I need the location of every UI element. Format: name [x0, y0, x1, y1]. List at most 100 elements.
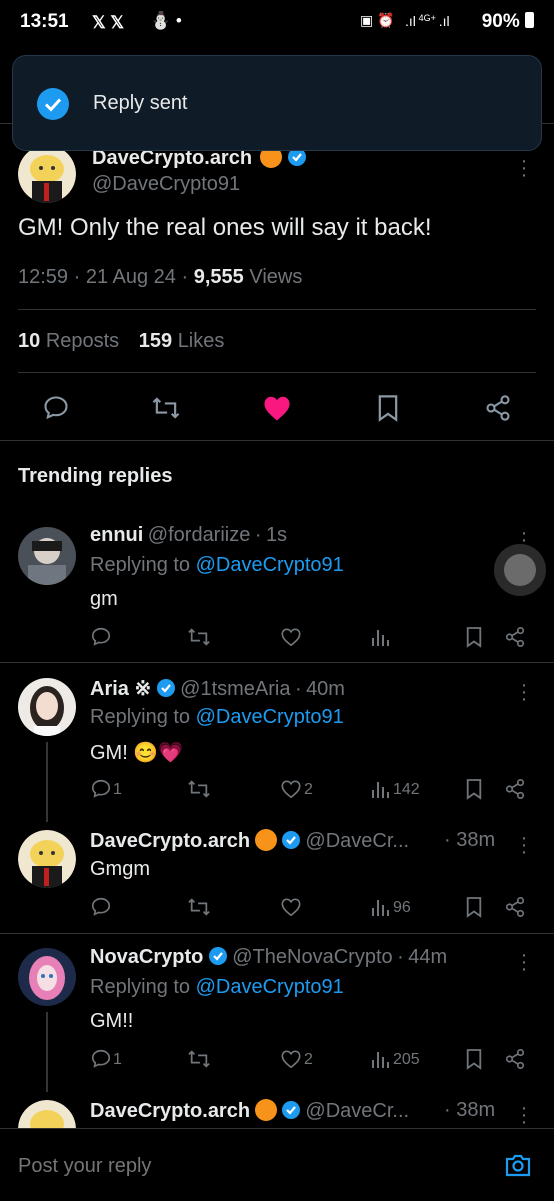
tweet-time: 12:59	[18, 266, 69, 288]
replying-to-link[interactable]: @DaveCrypto91	[196, 976, 344, 998]
replying-prefix: Replying to	[90, 554, 191, 576]
reply-header: ennui @fordariize · 1s	[90, 524, 287, 547]
signal-icon: .ıl 4G+ .ıl	[405, 13, 450, 29]
verified-icon	[156, 678, 176, 703]
views-count: 9,555	[193, 266, 244, 288]
tweet-text: GM! Only the real ones will say it back!	[18, 214, 432, 241]
reply-avatar[interactable]	[18, 678, 76, 736]
replying-to-link[interactable]: @DaveCrypto91	[196, 706, 344, 728]
tweet-handle[interactable]: @DaveCrypto91	[92, 173, 240, 196]
share-icon[interactable]	[504, 1048, 526, 1070]
reply-author-name[interactable]: ennui	[90, 524, 143, 546]
reply-handle[interactable]: @DaveCr...	[305, 830, 409, 852]
reply-handle[interactable]: @TheNovaCrypto	[232, 946, 392, 968]
reply-author-name[interactable]: NovaCrypto	[90, 946, 203, 968]
reply-avatar[interactable]	[18, 948, 76, 1006]
reply-composer[interactable]	[0, 1128, 554, 1201]
reply-icon[interactable]	[90, 626, 112, 648]
reply-avatar[interactable]	[18, 830, 76, 888]
likes-label: Likes	[177, 330, 225, 352]
more-icon[interactable]: ···	[519, 675, 529, 709]
orange-badge-icon	[254, 1099, 277, 1121]
reply-avatar[interactable]	[18, 527, 76, 585]
network-label: 4G+	[418, 13, 436, 23]
floating-assist-dot	[504, 554, 536, 586]
repost-icon[interactable]	[186, 1048, 212, 1070]
divider	[0, 440, 554, 441]
section-title: Trending replies	[18, 465, 173, 487]
reply-header: NovaCrypto @TheNovaCrypto · 44m	[90, 946, 447, 971]
bookmark-icon[interactable]	[465, 1048, 483, 1070]
bookmark-icon[interactable]	[376, 394, 400, 422]
views-icon[interactable]	[370, 626, 390, 648]
orange-badge-icon	[254, 829, 277, 851]
views-icon[interactable]	[370, 778, 390, 800]
repost-icon[interactable]	[186, 626, 212, 648]
reply-icon[interactable]	[90, 1048, 112, 1070]
like-icon[interactable]	[262, 394, 292, 422]
reply-icon[interactable]	[90, 778, 112, 800]
reply-text: GM!!	[90, 1010, 134, 1032]
author-avatar[interactable]	[18, 145, 76, 203]
replying-prefix: Replying to	[90, 706, 191, 728]
share-icon[interactable]	[504, 778, 526, 800]
reply-author-name[interactable]: DaveCrypto.arch	[90, 1100, 250, 1122]
camera-icon[interactable]	[504, 1152, 532, 1178]
replying-to-link[interactable]: @DaveCrypto91	[196, 554, 344, 576]
battery-text: 90%	[481, 11, 520, 32]
reply-handle[interactable]: @fordariize	[148, 524, 251, 546]
status-time: 13:51	[20, 11, 69, 32]
bookmark-icon[interactable]	[465, 626, 483, 648]
views-icon[interactable]	[370, 1048, 390, 1070]
reply-dot: ·	[294, 678, 302, 700]
like-icon[interactable]	[280, 778, 302, 800]
reply-time-wrap: · 38m	[444, 1099, 496, 1121]
likes-stat[interactable]: 159 Likes	[139, 330, 225, 352]
more-icon[interactable]: ···	[519, 1098, 529, 1132]
replying-prefix: Replying to	[90, 976, 191, 998]
reply-icon[interactable]	[90, 896, 112, 918]
views-icon[interactable]	[370, 896, 390, 918]
like-count: 2	[304, 1051, 313, 1068]
tweet-timestamp: 12:59 · 21 Aug 24 · 9,555 Views	[18, 266, 303, 288]
reply-author-name[interactable]: Aria ※	[90, 678, 151, 700]
reply-author-name[interactable]: DaveCrypto.arch	[90, 830, 250, 852]
reply-time: 38m	[456, 829, 496, 851]
reply-header: Aria ※ @1tsmeAria · 40m	[90, 676, 345, 703]
divider	[0, 933, 554, 934]
reply-time: 1s	[265, 524, 288, 546]
reply-handle[interactable]: @DaveCr...	[305, 1100, 409, 1122]
more-icon[interactable]: ···	[519, 945, 529, 979]
like-icon[interactable]	[280, 626, 302, 648]
battery-level: 90%	[482, 11, 534, 33]
repost-icon[interactable]	[150, 394, 182, 422]
reply-time: 38m	[456, 1099, 496, 1121]
like-icon[interactable]	[280, 896, 302, 918]
divider	[0, 662, 554, 663]
bookmark-icon[interactable]	[465, 896, 483, 918]
floating-assist-button[interactable]	[494, 544, 546, 596]
share-icon[interactable]	[504, 896, 526, 918]
views-count: 205	[393, 1051, 420, 1068]
reply-icon[interactable]	[42, 394, 70, 422]
toast-notification: Reply sent	[12, 55, 542, 151]
reply-time-wrap: · 38m	[444, 829, 496, 851]
reply-header: DaveCrypto.arch @DaveCr...	[90, 1099, 409, 1125]
reposts-stat[interactable]: 10 Reposts	[18, 330, 119, 352]
more-icon[interactable]: ···	[519, 828, 529, 862]
bookmark-icon[interactable]	[465, 778, 483, 800]
more-icon[interactable]: ···	[519, 151, 529, 185]
reply-count: 1	[113, 1051, 122, 1068]
x-logo-icon: 𝕏 𝕏	[92, 13, 125, 32]
alarm-icon: ▣ ⏰	[360, 12, 395, 28]
tweet-stats: 10 Reposts 159 Likes	[18, 330, 224, 353]
like-icon[interactable]	[280, 1048, 302, 1070]
repost-icon[interactable]	[186, 778, 212, 800]
repost-icon[interactable]	[186, 896, 212, 918]
reply-handle[interactable]: @1tsmeAria	[180, 678, 290, 700]
share-icon[interactable]	[504, 626, 526, 648]
reply-text: GM! 😊💗	[90, 742, 184, 764]
share-icon[interactable]	[484, 394, 512, 422]
reply-input[interactable]	[18, 1149, 458, 1183]
replying-to: Replying to @DaveCrypto91	[90, 706, 344, 729]
